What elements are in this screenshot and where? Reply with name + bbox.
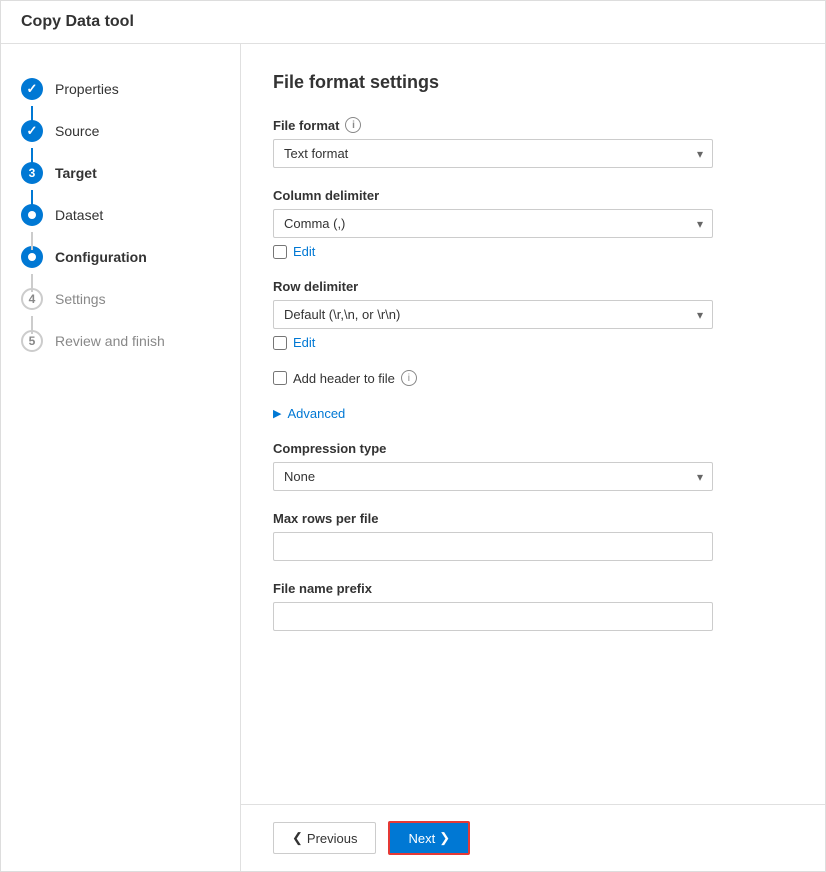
file-format-label: File format i <box>273 117 793 133</box>
file-name-prefix-input[interactable] <box>273 602 713 631</box>
column-delimiter-edit-row: Edit <box>273 244 793 259</box>
file-format-select[interactable]: Text format <box>273 139 713 168</box>
compression-type-select-wrapper: None ▾ <box>273 462 713 491</box>
max-rows-group: Max rows per file <box>273 511 793 561</box>
sidebar-label-settings: Settings <box>55 291 106 307</box>
column-delimiter-group: Column delimiter Comma (,) ▾ Edit <box>273 188 793 259</box>
file-format-group: File format i Text format ▾ <box>273 117 793 168</box>
previous-button[interactable]: ❮ Previous <box>273 822 376 854</box>
add-header-label: Add header to file <box>293 371 395 386</box>
row-delimiter-label: Row delimiter <box>273 279 793 294</box>
column-delimiter-label: Column delimiter <box>273 188 793 203</box>
max-rows-input[interactable] <box>273 532 713 561</box>
column-delimiter-select[interactable]: Comma (,) <box>273 209 713 238</box>
sidebar-label-properties: Properties <box>55 81 119 97</box>
sidebar-label-configuration: Configuration <box>55 249 147 265</box>
file-format-info-icon[interactable]: i <box>345 117 361 133</box>
file-name-prefix-group: File name prefix <box>273 581 793 631</box>
main-content: File format settings File format i Text … <box>241 44 825 871</box>
app-title: Copy Data tool <box>21 13 805 31</box>
content-area: File format settings File format i Text … <box>241 44 825 804</box>
column-delimiter-edit-label[interactable]: Edit <box>293 244 315 259</box>
row-delimiter-edit-label[interactable]: Edit <box>293 335 315 350</box>
sidebar-item-properties[interactable]: ✓ Properties <box>1 68 240 110</box>
previous-label: Previous <box>307 831 358 846</box>
footer: ❮ Previous Next ❯ <box>241 804 825 871</box>
sidebar-item-target[interactable]: 3 Target <box>1 152 240 194</box>
row-delimiter-group: Row delimiter Default (\r,\n, or \r\n) ▾… <box>273 279 793 350</box>
sidebar-item-review[interactable]: 5 Review and finish <box>1 320 240 362</box>
sidebar-label-review: Review and finish <box>55 333 165 349</box>
compression-type-label: Compression type <box>273 441 793 456</box>
app-header: Copy Data tool <box>1 1 825 44</box>
previous-icon: ❮ <box>292 830 303 846</box>
compression-type-group: Compression type None ▾ <box>273 441 793 491</box>
max-rows-label: Max rows per file <box>273 511 793 526</box>
advanced-label: Advanced <box>287 406 345 421</box>
advanced-arrow-icon: ▶ <box>273 407 281 420</box>
file-format-select-wrapper: Text format ▾ <box>273 139 713 168</box>
next-icon: ❯ <box>439 830 450 846</box>
next-button[interactable]: Next ❯ <box>388 821 470 855</box>
sidebar-label-dataset: Dataset <box>55 207 103 223</box>
column-delimiter-select-wrapper: Comma (,) ▾ <box>273 209 713 238</box>
sidebar: ✓ Properties ✓ Source 3 Target <box>1 44 241 871</box>
add-header-checkbox[interactable] <box>273 371 287 385</box>
sidebar-item-configuration[interactable]: Configuration <box>1 236 240 278</box>
sidebar-label-target: Target <box>55 165 97 181</box>
sidebar-item-source[interactable]: ✓ Source <box>1 110 240 152</box>
add-header-info-icon[interactable]: i <box>401 370 417 386</box>
section-title: File format settings <box>273 72 793 93</box>
next-label: Next <box>408 831 435 846</box>
row-delimiter-edit-row: Edit <box>273 335 793 350</box>
add-header-group: Add header to file i <box>273 370 793 386</box>
app-body: ✓ Properties ✓ Source 3 Target <box>1 44 825 871</box>
add-header-row: Add header to file i <box>273 370 793 386</box>
row-delimiter-select[interactable]: Default (\r,\n, or \r\n) <box>273 300 713 329</box>
column-delimiter-edit-checkbox[interactable] <box>273 245 287 259</box>
compression-type-select[interactable]: None <box>273 462 713 491</box>
step-circle-properties: ✓ <box>21 78 43 100</box>
sidebar-label-source: Source <box>55 123 99 139</box>
row-delimiter-edit-checkbox[interactable] <box>273 336 287 350</box>
file-name-prefix-label: File name prefix <box>273 581 793 596</box>
sidebar-item-dataset[interactable]: Dataset <box>1 194 240 236</box>
advanced-row[interactable]: ▶ Advanced <box>273 406 793 421</box>
sidebar-item-settings[interactable]: 4 Settings <box>1 278 240 320</box>
row-delimiter-select-wrapper: Default (\r,\n, or \r\n) ▾ <box>273 300 713 329</box>
